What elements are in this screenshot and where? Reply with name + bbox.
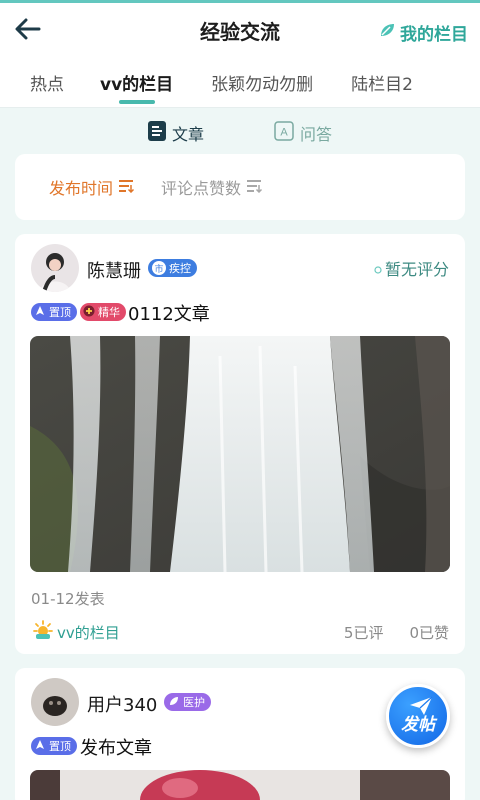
post-column-link[interactable]: vv的栏目: [33, 620, 120, 644]
tab-lu-column-2[interactable]: 陆栏目2: [351, 58, 413, 108]
role-badge-label: 疾控: [169, 262, 191, 275]
sun-icon: [33, 620, 53, 644]
pinned-tag-label: 置顶: [49, 306, 71, 319]
tab-label: vv的栏目: [100, 75, 174, 95]
qa-type-label: 问答: [300, 125, 333, 144]
post-title[interactable]: 0112文章: [128, 300, 210, 326]
sort-bar: 发布时间 评论点赞数: [15, 154, 465, 220]
active-tab-indicator: [118, 99, 155, 104]
back-button[interactable]: [10, 13, 46, 49]
column-tabs: 热点 vv的栏目 张颖勿动勿删 陆栏目2: [0, 58, 480, 108]
post-date: 01-12发表: [31, 590, 105, 608]
like-count[interactable]: 0已赞: [409, 622, 449, 643]
role-badge-label: 医护: [183, 696, 205, 709]
sort-by-time-label: 发布时间: [49, 179, 114, 198]
sort-by-time[interactable]: 发布时间: [49, 175, 135, 199]
author-name: 用户340: [87, 695, 158, 716]
my-columns-label: 我的栏目: [400, 24, 468, 45]
post-card[interactable]: 陈慧珊 市 疾控 暂无评分 置顶 精华 0112文章 01-12发表 vv的栏目…: [15, 234, 465, 654]
pinned-tag-label: 置顶: [49, 740, 71, 753]
comment-count[interactable]: 5已评: [344, 622, 384, 643]
rating-label: 暂无评分: [384, 260, 449, 279]
svg-text:A: A: [280, 127, 288, 139]
arrow-left-icon: [15, 18, 41, 44]
tab-hot[interactable]: 热点: [30, 58, 64, 108]
app-header: 经验交流 我的栏目: [0, 0, 480, 58]
avatar[interactable]: [31, 678, 79, 726]
post-column-label: vv的栏目: [57, 623, 120, 642]
post-title[interactable]: 发布文章: [80, 734, 152, 760]
leaf-icon: [378, 21, 396, 43]
city-level-icon: 市: [152, 261, 166, 275]
plus-icon: [83, 305, 95, 320]
rating-status[interactable]: 暂无评分: [374, 256, 449, 280]
essence-tag-label: 精华: [98, 306, 120, 319]
avatar[interactable]: [31, 244, 79, 292]
waterfall-image[interactable]: [30, 336, 450, 572]
role-badge: 医护: [164, 693, 211, 711]
content-type-switch: 文章 A 问答: [0, 116, 480, 150]
sort-icon: [247, 178, 263, 197]
star-dot-icon: [374, 259, 382, 278]
author-name: 陈慧珊: [87, 261, 141, 282]
qa-type-button[interactable]: A 问答: [274, 121, 332, 145]
document-icon: [147, 121, 166, 145]
qa-icon: A: [274, 121, 294, 145]
post-stats: 5已评 0已赞: [344, 622, 449, 643]
pinned-tag: 置顶: [31, 303, 77, 321]
tab-label: 热点: [30, 75, 64, 95]
page-title: 经验交流: [200, 20, 280, 44]
sort-icon: [119, 178, 135, 197]
post-image[interactable]: [30, 770, 450, 800]
create-post-label: 发帖: [401, 714, 435, 735]
my-columns-button[interactable]: 我的栏目: [378, 19, 468, 45]
tab-label: 张颖勿动勿删: [211, 75, 314, 95]
essence-tag: 精华: [80, 303, 126, 321]
create-post-button[interactable]: 发帖: [386, 684, 450, 748]
pinned-tag: 置顶: [31, 737, 77, 755]
sort-by-comments-likes[interactable]: 评论点赞数: [161, 175, 263, 199]
role-badge: 市 疾控: [148, 259, 197, 277]
article-type-label: 文章: [171, 125, 204, 144]
article-type-button[interactable]: 文章: [147, 121, 204, 145]
pin-icon: [34, 739, 46, 754]
medical-leaf-icon: [168, 695, 180, 710]
tab-zhangying-column[interactable]: 张颖勿动勿删: [211, 58, 313, 108]
tab-label: 陆栏目2: [351, 75, 413, 95]
tab-vv-column[interactable]: vv的栏目: [100, 58, 173, 108]
sort-by-comments-likes-label: 评论点赞数: [161, 179, 242, 198]
pin-icon: [34, 305, 46, 320]
